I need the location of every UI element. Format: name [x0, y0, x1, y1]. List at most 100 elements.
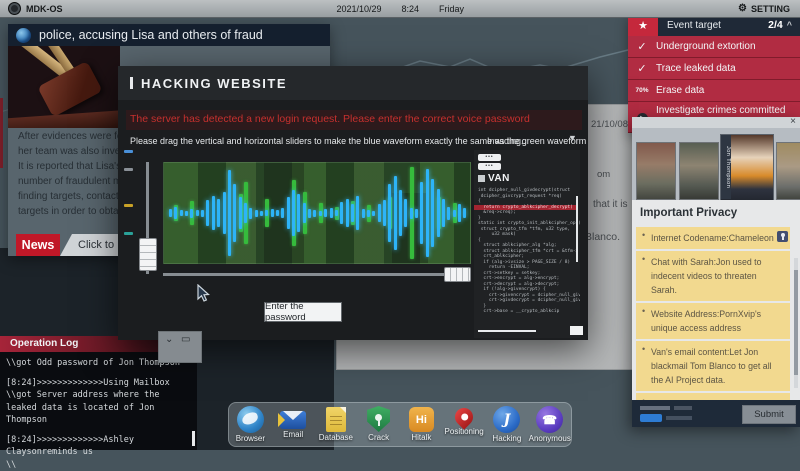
check-icon: ✓	[628, 62, 656, 75]
blue-waveform-bar	[356, 196, 359, 230]
email-icon	[280, 411, 306, 429]
code-panel: ••• ••• VAN int dcipher_null_givdecrypt(…	[474, 150, 580, 338]
vertical-slider-handle[interactable]	[139, 238, 157, 271]
news-badge: News	[16, 234, 60, 256]
dock-item-label: Hitalk	[400, 433, 442, 442]
blue-waveform-bar	[297, 194, 300, 232]
operation-log-title: Operation Log	[10, 338, 78, 349]
event-target-panel: ★ Event target 2/4 ^ ✓Underground extort…	[628, 14, 800, 133]
dock-item-hacking[interactable]: JHacking	[486, 406, 528, 443]
gavel-head-icon	[37, 61, 102, 117]
blue-waveform-bar	[190, 209, 193, 218]
van-logo-icon	[478, 175, 485, 182]
code-line: crt->base = __crypto_ablkcip	[478, 309, 574, 315]
blue-waveform-bar	[212, 196, 215, 230]
blue-waveform-bar	[426, 169, 429, 257]
code-scrollbar[interactable]	[576, 196, 578, 262]
dock-item-positioning[interactable]: Positioning	[443, 406, 485, 436]
submit-button[interactable]: Submit	[742, 405, 796, 424]
setting-button[interactable]: ⚙ SETTING	[738, 4, 790, 14]
chevron-up-icon[interactable]: ^	[787, 20, 792, 30]
privacy-note[interactable]: Odd password:WNMOXTCE	[636, 393, 790, 400]
enter-password-button[interactable]: Enter the password	[264, 302, 342, 322]
portrait-2[interactable]	[679, 142, 719, 200]
globe-swirl-icon	[241, 411, 259, 426]
horizontal-slider-track[interactable]	[163, 273, 469, 276]
portrait-jon-thompson[interactable]: Jon Thompson	[720, 134, 774, 200]
portrait-4[interactable]	[776, 142, 800, 200]
blue-waveform-bar	[383, 200, 386, 226]
event-target-item[interactable]: 70%Erase data	[628, 80, 800, 102]
footer-chip-blue	[640, 414, 662, 422]
dock-item-browser[interactable]: Browser	[229, 406, 271, 443]
warning-text: The server has detected a new login requ…	[130, 113, 530, 125]
code-hscroll-thumb[interactable]	[570, 326, 583, 335]
system-top-bar: MDK-OS 2021/10/29 8:24 Friday ⚙ SETTING	[0, 0, 800, 18]
blue-waveform-bar	[196, 210, 199, 216]
day-label: Friday	[439, 4, 464, 14]
os-logo-icon[interactable]	[8, 2, 21, 15]
news-title: police, accusing Lisa and others of frau…	[39, 28, 263, 42]
footer-chip-grey2	[674, 406, 692, 410]
gear-icon: ⚙	[738, 4, 747, 14]
page-fold-icon	[340, 407, 346, 413]
blue-waveform-bar	[260, 211, 263, 216]
privacy-note[interactable]: Website Address:PornXvip's unique access…	[636, 303, 790, 339]
globe-icon	[16, 28, 31, 43]
background-fragment-date: 21/10/08	[591, 119, 628, 130]
privacy-section-title: Important Privacy	[640, 207, 737, 219]
privacy-panel-footer: Submit	[632, 400, 800, 427]
blue-waveform-bar	[437, 189, 440, 237]
news-title-bar[interactable]: police, accusing Lisa and others of frau…	[8, 24, 330, 46]
positioning-icon	[451, 404, 476, 429]
blue-waveform-bar	[303, 203, 306, 223]
chevron-down-icon[interactable]: ⌄	[165, 334, 173, 346]
blue-waveform-bar	[388, 184, 391, 242]
blue-waveform-bar	[420, 182, 423, 244]
blue-waveform-bar	[415, 209, 418, 218]
dock-item-hitalk[interactable]: HiHitalk	[400, 406, 442, 442]
privacy-note-text: Internet Codename:Chameleon	[651, 231, 774, 245]
operation-log-scrollbar[interactable]	[192, 431, 195, 446]
dock-item-database[interactable]: Database	[315, 406, 357, 442]
clock-area: 2021/10/29 8:24 Friday	[63, 4, 739, 14]
event-target-item[interactable]: ✓Underground extortion	[628, 36, 800, 58]
privacy-note[interactable]: Chat with Sarah:Jon used to indecent vid…	[636, 251, 790, 301]
dock-item-label: Anonymous	[529, 434, 571, 443]
event-item-label: Erase data	[656, 82, 708, 100]
operation-log-line: \\got Server address where the leaked da…	[6, 389, 188, 427]
blue-waveform-bar	[201, 210, 204, 217]
blue-waveform-bar	[180, 210, 183, 216]
close-icon[interactable]: ×	[790, 116, 796, 127]
hitalk-icon: Hi	[409, 407, 434, 432]
privacy-note-text: Website Address:PornXvip's unique access…	[651, 307, 774, 335]
blue-waveform-bar	[372, 211, 375, 216]
setting-label: SETTING	[751, 4, 790, 14]
privacy-scrollbar-thumb[interactable]	[794, 270, 798, 375]
portrait-1[interactable]	[636, 142, 676, 200]
blue-waveform-bar	[206, 200, 209, 226]
privacy-note[interactable]: Internet Codename:Chameleon	[636, 227, 790, 249]
blue-waveform-bar	[442, 199, 445, 227]
dock-item-email[interactable]: Email	[272, 406, 314, 439]
dock-item-crack[interactable]: Crack	[358, 406, 400, 442]
dock-item-anonymous[interactable]: ☎Anonymous	[529, 406, 571, 443]
background-fragment-1: om	[597, 169, 610, 180]
window-control-cluster: ⌄ ▭	[158, 331, 202, 363]
blue-waveform-bar	[394, 176, 397, 250]
note-badge-icon[interactable]	[777, 231, 788, 242]
window-box-icon[interactable]: ▭	[181, 334, 190, 346]
background-fragment-2: that it is	[593, 199, 627, 210]
privacy-note[interactable]: Van's email content:Let Jon blackmail To…	[636, 341, 790, 391]
blue-waveform-bar	[169, 209, 172, 217]
blue-waveform-bar	[447, 207, 450, 220]
dropdown-arrow-icon[interactable]: ▼	[568, 133, 577, 143]
event-target-item[interactable]: ✓Trace leaked data	[628, 58, 800, 80]
blue-waveform-bar	[217, 199, 220, 227]
date-label: 2021/10/29	[336, 4, 381, 14]
privacy-panel-top-bar[interactable]: ×	[632, 117, 800, 128]
horizontal-slider-handle[interactable]	[444, 267, 471, 282]
operation-log-lines: \\got Odd password of Jon Thompson[8:24]…	[6, 357, 188, 471]
blue-waveform-bar	[239, 197, 242, 229]
blue-waveform-bar	[463, 208, 466, 218]
